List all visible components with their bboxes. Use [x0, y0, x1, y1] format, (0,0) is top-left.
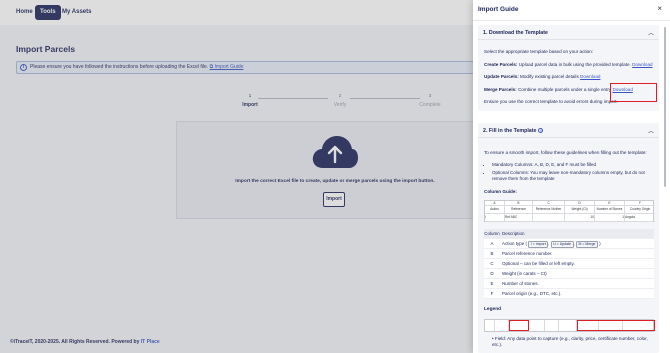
table-row: F Parcel origin (e.g., DTC, etc.).	[484, 289, 654, 299]
create-download-link[interactable]: Download	[632, 62, 652, 67]
spreadsheet-preview: A B C D E F Action Reference Reference M…	[484, 200, 655, 222]
chevron-up-icon[interactable]: ︿	[648, 126, 654, 135]
sheet-data-cell: 1	[595, 214, 625, 222]
table-row: A Action type ( I = Import, U = Update, …	[484, 239, 654, 249]
create-parcels-line: Create Parcels: Upload parcel data in bu…	[484, 62, 653, 67]
section-download-template: 1. Download the Template ︿ Select the ap…	[478, 25, 659, 111]
template-note: Ensure you use the correct template to a…	[484, 99, 618, 104]
table-row: B Parcel reference number.	[484, 249, 654, 259]
legend-cell	[559, 320, 577, 331]
info-icon[interactable]: i	[538, 128, 544, 134]
legend-cell	[485, 320, 495, 331]
table-row: C Optional – can be filled or left empty…	[484, 259, 654, 269]
table-header: Column Description	[484, 229, 654, 239]
fill-intro: To ensure a smooth import, follow these …	[484, 150, 647, 155]
legend-field-note: • Field: Any data point to capture (e.g.…	[492, 336, 648, 347]
drawer-header: Import Guide ×	[473, 0, 670, 21]
sheet-header-cell: Weight (Ct)	[565, 206, 595, 214]
sheet-header-cell: Reference	[505, 206, 533, 214]
section-title[interactable]: 2. Fill in the Template i	[483, 128, 544, 134]
table-row: D Weight (in carats – Ct)	[484, 269, 654, 279]
section-fill-template: 2. Fill in the Template i ︿ To ensure a s…	[478, 123, 659, 353]
list-item: Mandatory Columns: A, B, D, E, and F mus…	[492, 162, 654, 168]
sheet-header-cell: Action	[485, 206, 505, 214]
sheet-data-cell: 10	[565, 214, 595, 222]
legend-spreadsheet-preview	[484, 319, 655, 332]
sheet-data-cell: I	[485, 214, 505, 222]
legend-highlight	[509, 320, 529, 331]
list-item: Optional Columns: You may leave non-mand…	[492, 170, 654, 182]
highlight-box	[610, 83, 657, 102]
legend-title: Legend	[484, 307, 502, 312]
chevron-up-icon[interactable]: ︿	[648, 28, 654, 37]
scrollbar-thumb[interactable]	[664, 27, 666, 187]
update-download-link[interactable]: Download	[580, 74, 600, 79]
legend-cell	[495, 320, 509, 331]
legend-highlight	[577, 320, 655, 331]
column-description-table: Column Description A Action type ( I = I…	[484, 229, 654, 299]
sheet-header-cell: Country Origin	[625, 206, 655, 214]
update-parcels-line: Update Parcels: Modify existing parcel d…	[484, 74, 601, 79]
import-guide-drawer: Import Guide × 1. Download the Template …	[473, 0, 670, 353]
sheet-header-cell: Reference Mother	[533, 206, 565, 214]
template-intro: Select the appropriate template based on…	[484, 49, 594, 54]
legend-cell	[529, 320, 545, 331]
table-row: E Number of stones.	[484, 279, 654, 289]
divider	[478, 137, 659, 138]
drawer-title: Import Guide	[478, 6, 519, 13]
drawer-scrollbar[interactable]	[663, 23, 667, 351]
action-tag: I = Import	[528, 241, 549, 248]
column-guide-title: Column Guide:	[484, 189, 517, 194]
divider	[478, 39, 659, 40]
sheet-header-cell: Number of Stones	[595, 206, 625, 214]
guideline-list: Mandatory Columns: A, B, D, E, and F mus…	[484, 162, 654, 184]
sheet-data-cell: Angola	[625, 214, 655, 222]
action-tag: U = Update	[550, 241, 574, 248]
action-tag: M = Merge	[576, 241, 598, 248]
close-icon[interactable]: ×	[657, 4, 662, 13]
legend-cell	[545, 320, 559, 331]
sheet-data-cell: Ref ABC	[505, 214, 533, 222]
sheet-data-cell	[533, 214, 565, 222]
section-title[interactable]: 1. Download the Template	[483, 30, 548, 36]
